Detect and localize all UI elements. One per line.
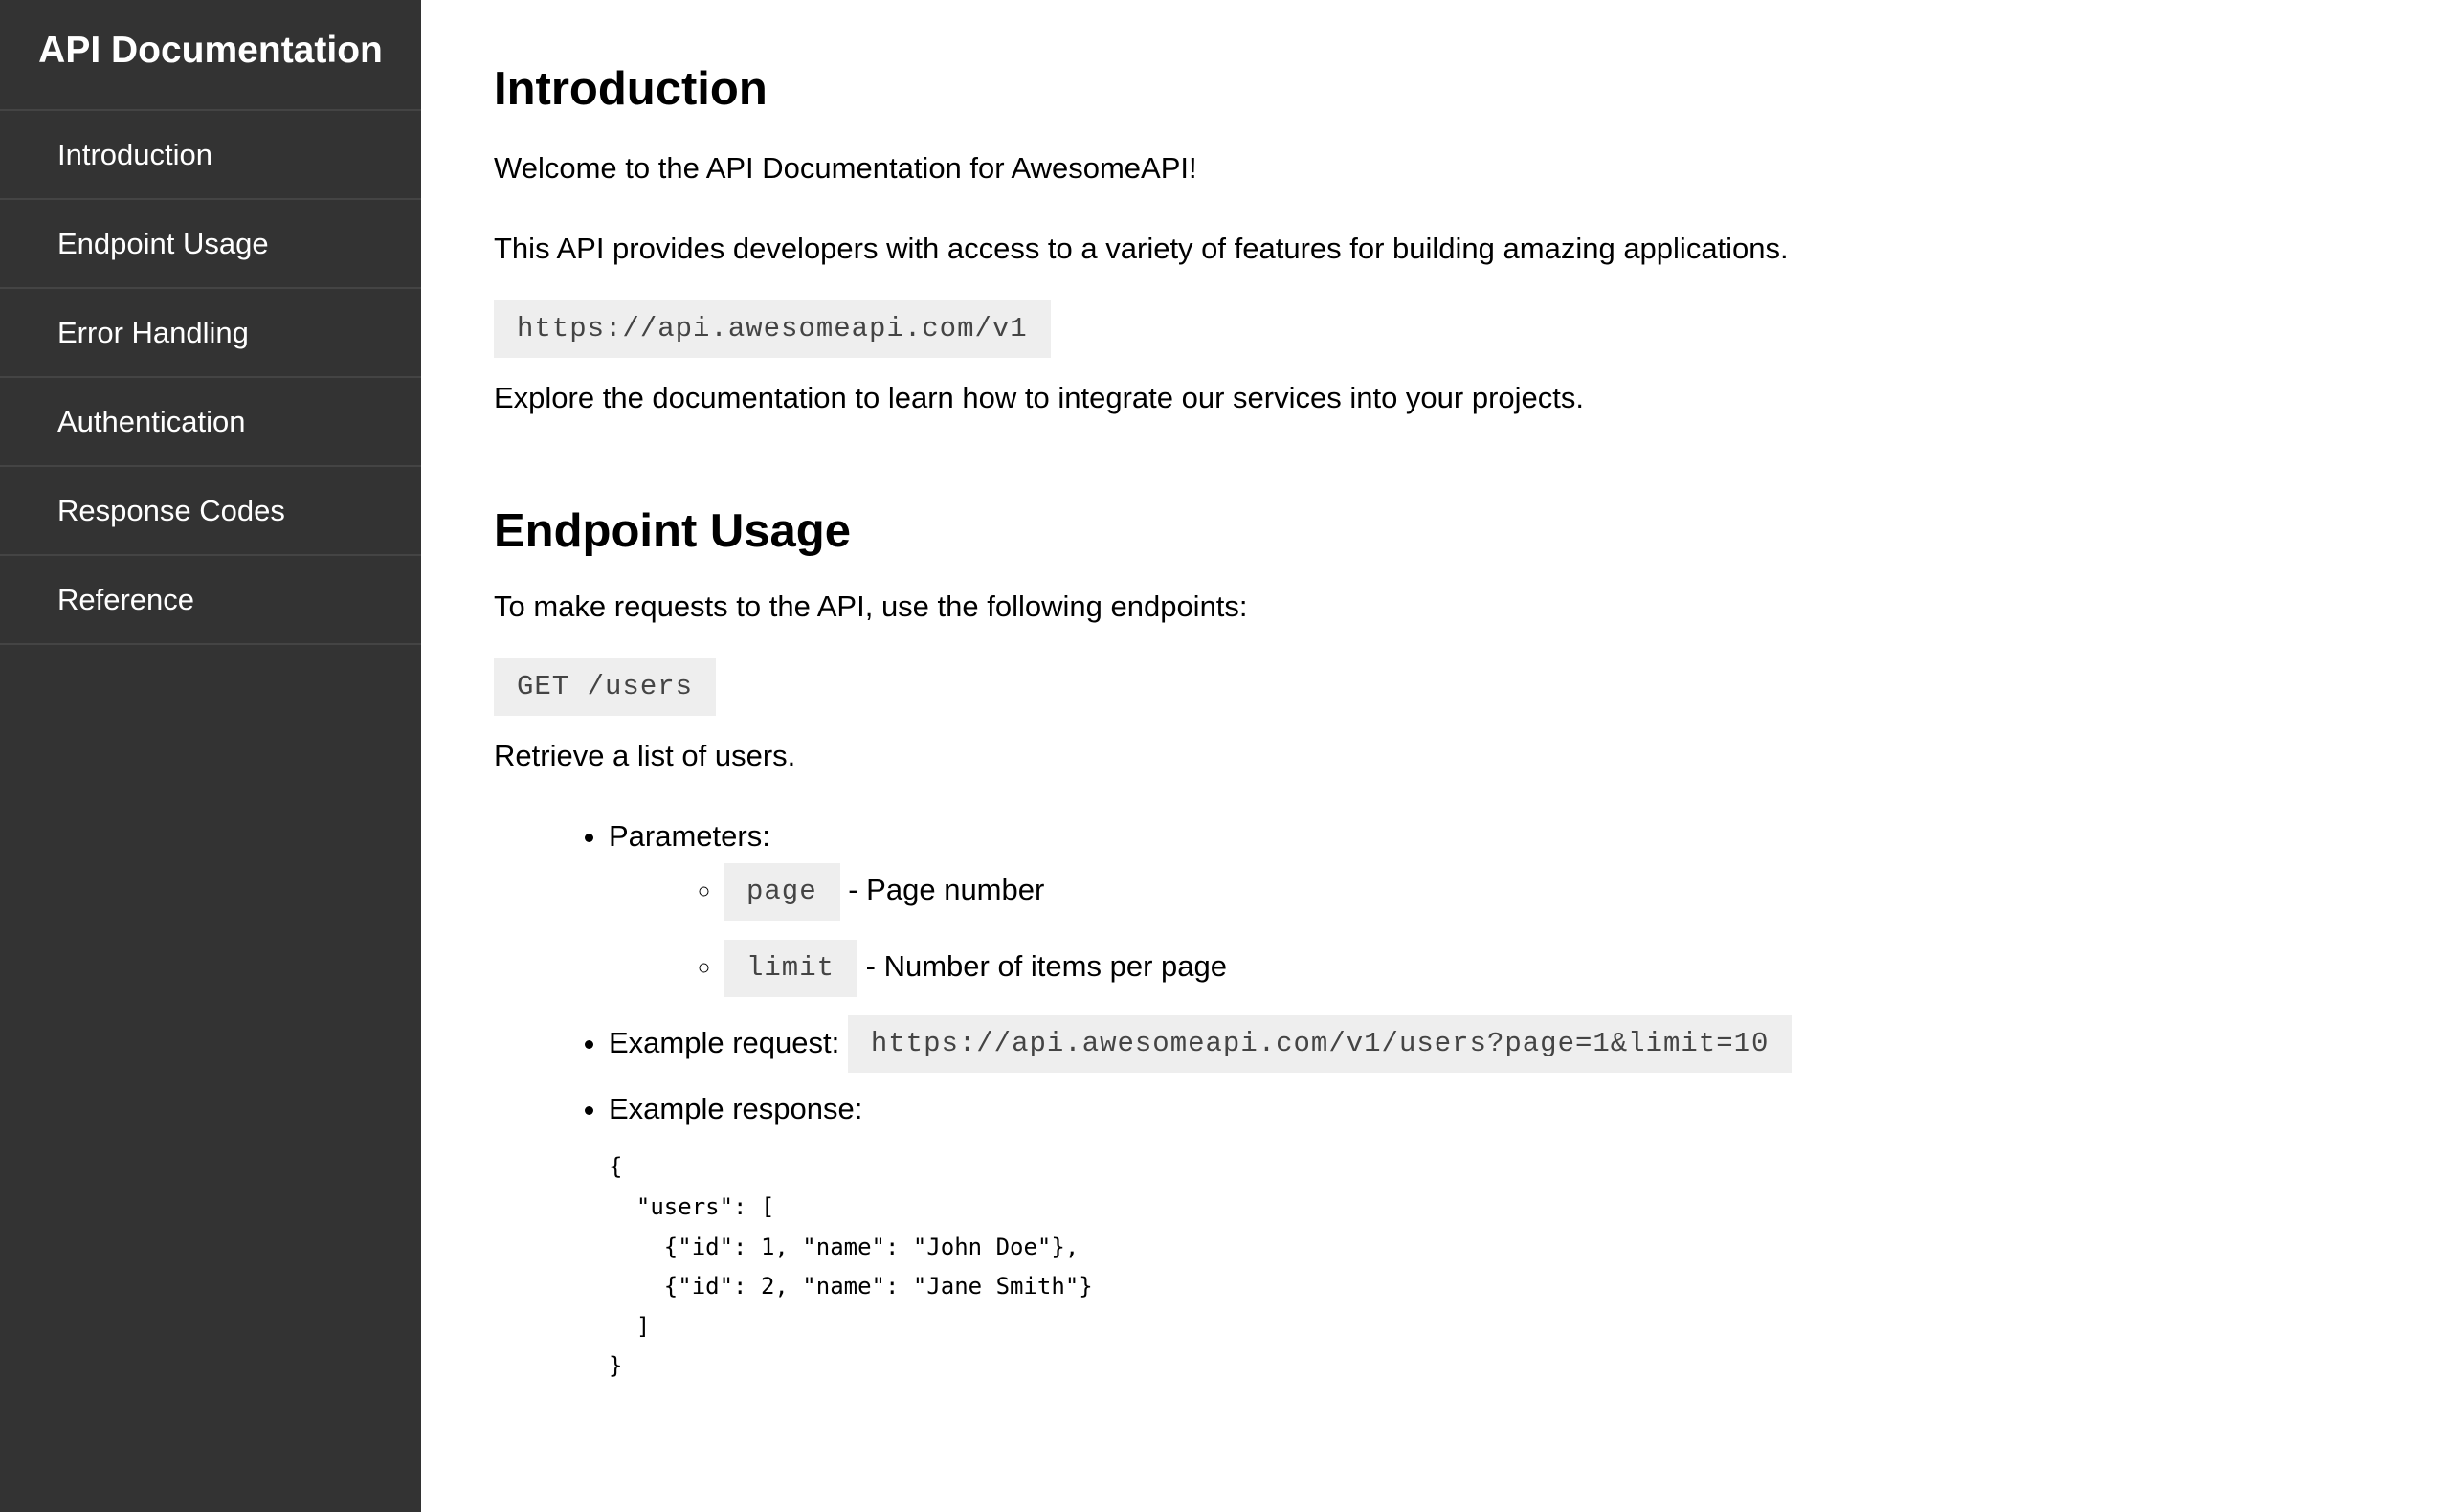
intro-explore-text: Explore the documentation to learn how t… xyxy=(494,381,1585,414)
list-item: page - Page number xyxy=(724,861,2450,921)
sidebar-item-reference[interactable]: Reference xyxy=(0,556,421,645)
parameters-list: page - Page number limit - Number of ite… xyxy=(609,861,2450,997)
introduction-heading: Introduction xyxy=(494,63,768,115)
example-request-label: Example request: xyxy=(609,1025,840,1059)
sidebar-title: API Documentation xyxy=(0,0,421,111)
intro-description-text: This API provides developers with access… xyxy=(494,232,1789,265)
endpoint-intro-text: To make requests to the API, use the fol… xyxy=(494,589,1248,623)
example-response-label: Example response: xyxy=(609,1092,863,1126)
app-window: API Documentation Introduction Endpoint … xyxy=(0,0,2450,1512)
introduction-section: Introduction Welcome to the API Document… xyxy=(494,56,2450,417)
parameters-label: Parameters: xyxy=(609,819,770,853)
example-request-code: https://api.awesomeapi.com/v1/users?page… xyxy=(847,1015,1793,1074)
sidebar: API Documentation Introduction Endpoint … xyxy=(0,0,421,1512)
endpoint-code: GET /users xyxy=(494,658,717,716)
param-limit-desc: - Number of items per page xyxy=(865,948,1227,983)
list-item: Example response: { "users": [ {"id": 1,… xyxy=(609,1090,2450,1387)
list-item: Example request: https://api.awesomeapi.… xyxy=(609,1014,2450,1074)
param-limit-code: limit xyxy=(724,939,858,997)
sidebar-nav: Introduction Endpoint Usage Error Handli… xyxy=(0,111,421,645)
sidebar-item-response-codes[interactable]: Response Codes xyxy=(0,467,421,556)
example-response-code: { "users": [ {"id": 1, "name": "John Doe… xyxy=(609,1153,1093,1380)
list-item: limit - Number of items per page xyxy=(724,938,2450,997)
endpoint-description-text: Retrieve a list of users. xyxy=(494,739,796,772)
base-url-code: https://api.awesomeapi.com/v1 xyxy=(494,300,1051,358)
param-page-desc: - Page number xyxy=(848,873,1045,906)
main-content: Introduction Welcome to the API Document… xyxy=(421,0,2450,1512)
sidebar-item-introduction[interactable]: Introduction xyxy=(0,111,421,200)
list-item: Parameters: page - Page number limit - N… xyxy=(609,817,2450,997)
endpoint-details-list: Parameters: page - Page number limit - N… xyxy=(494,817,2450,1387)
endpoint-usage-section: Endpoint Usage To make requests to the A… xyxy=(494,498,2450,1387)
sidebar-item-endpoint-usage[interactable]: Endpoint Usage xyxy=(0,200,421,289)
intro-welcome-text: Welcome to the API Documentation for Awe… xyxy=(494,151,1197,185)
sidebar-item-authentication[interactable]: Authentication xyxy=(0,378,421,467)
param-page-code: page xyxy=(724,862,840,921)
sidebar-item-error-handling[interactable]: Error Handling xyxy=(0,289,421,378)
endpoint-usage-heading: Endpoint Usage xyxy=(494,505,851,557)
